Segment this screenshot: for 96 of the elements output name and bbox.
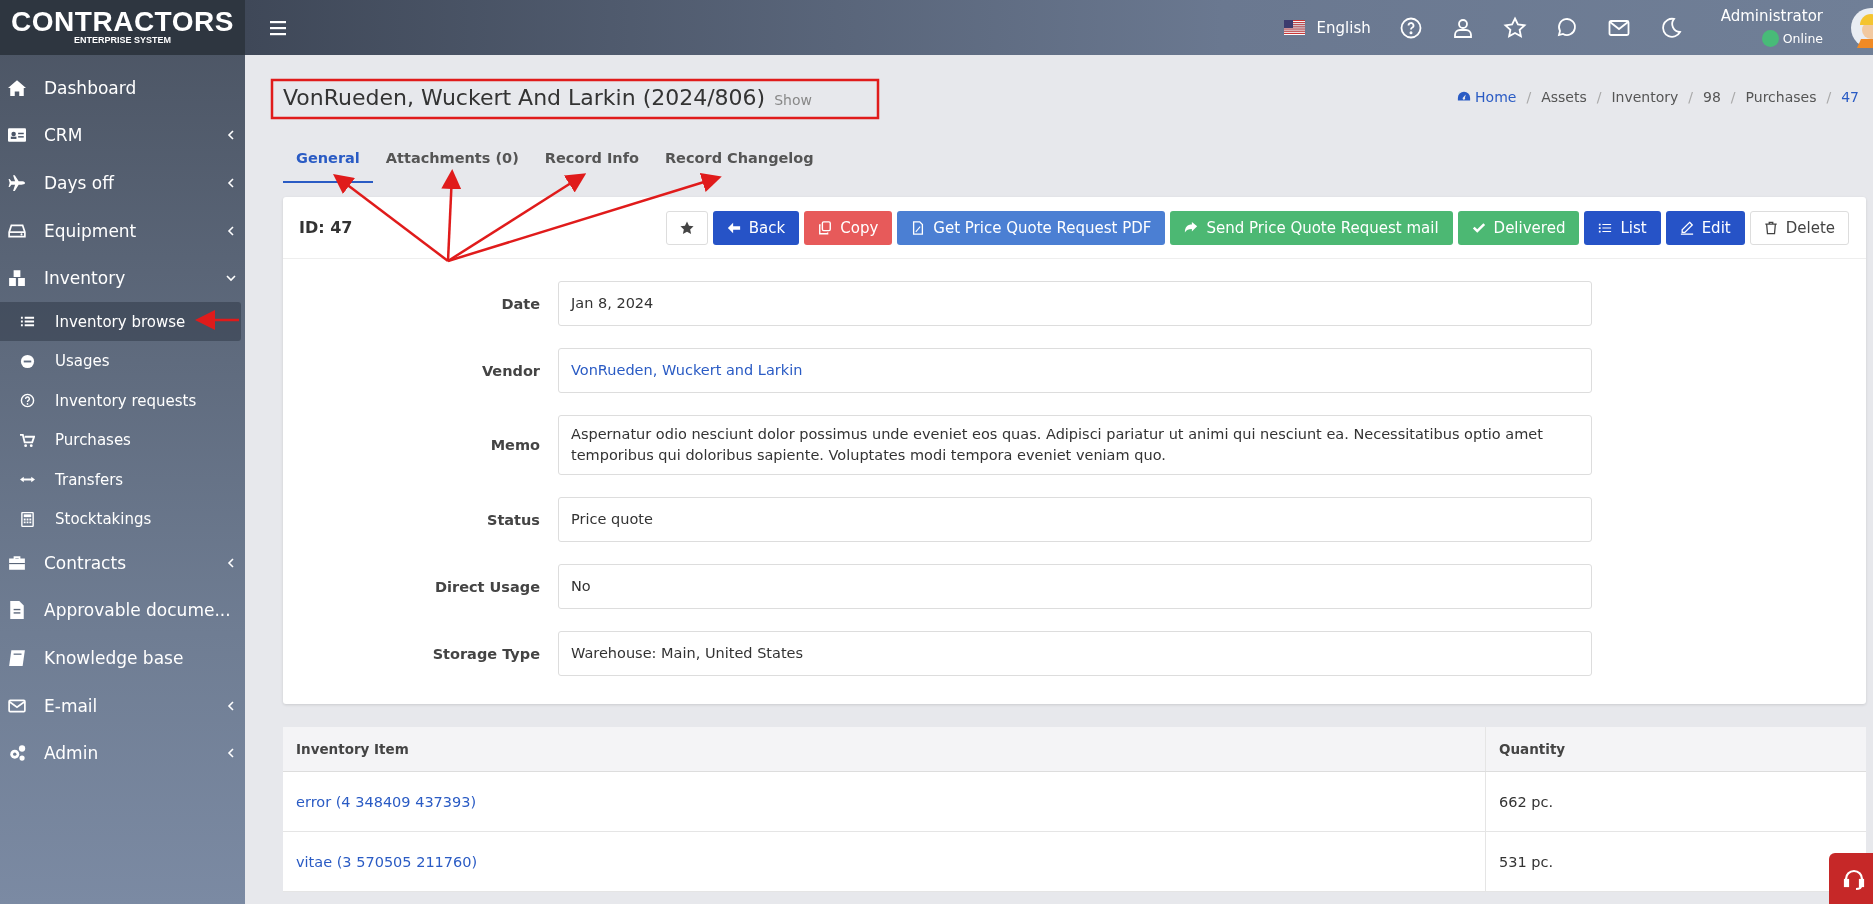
check-icon: [1471, 220, 1486, 235]
sidebar-item[interactable]: Dashboard: [0, 64, 245, 112]
user-status: Online: [1782, 31, 1823, 46]
id-card-icon: [8, 126, 26, 145]
chevron-icon: [225, 556, 237, 569]
breadcrumb-separator: /: [1526, 89, 1532, 105]
sidebar-subitem[interactable]: Inventory browse: [0, 301, 241, 342]
support-button[interactable]: [1829, 853, 1873, 904]
tab[interactable]: Record Changelog: [651, 135, 827, 183]
value-field: Aspernatur odio nesciunt dolor possimus unde eveniet eos quas. Adipisci pariatur ut animi qui nesciunt ea. Necessitatibus optio amet temporibus qui doloribus sapiente. Voluptates modi tempora eveniet veniam quo.: [558, 415, 1592, 475]
breadcrumb-separator: /: [1730, 89, 1736, 105]
tab[interactable]: General: [283, 135, 373, 183]
breadcrumb-separator: /: [1688, 89, 1694, 105]
chevron-icon: [225, 177, 237, 189]
field-label: Direct Usage: [434, 578, 540, 595]
briefcase-icon: [8, 553, 26, 572]
user-name[interactable]: Administrator: [1720, 8, 1823, 24]
online-status-dot: [1761, 30, 1779, 47]
breadcrumb-item: 98: [1703, 89, 1721, 105]
breadcrumb-link[interactable]: 47: [1841, 89, 1859, 105]
action-button[interactable]: Back: [712, 210, 800, 245]
tab[interactable]: Attachments (0): [372, 135, 532, 183]
column-header: Quantity: [1485, 727, 1866, 772]
field-label: Status: [485, 511, 540, 528]
plane-icon: [8, 174, 26, 192]
help-icon[interactable]: [1398, 15, 1423, 40]
action-button[interactable]: Copy: [804, 210, 893, 245]
sidebar-item[interactable]: Days off: [0, 159, 245, 207]
share-arrow-icon: [1184, 220, 1199, 235]
tab[interactable]: Record Info: [531, 135, 652, 183]
action-button[interactable]: Delete: [1749, 210, 1849, 245]
flag-icon: [1283, 20, 1305, 35]
document-icon: [8, 601, 26, 620]
action-button[interactable]: List: [1584, 210, 1661, 245]
calculator-icon: [20, 511, 35, 527]
chevron-icon: [225, 129, 237, 142]
action-button[interactable]: Get Price Quote Request PDF: [897, 210, 1166, 245]
menu-icon[interactable]: [270, 19, 288, 36]
value-field: Jan 8, 2024: [558, 281, 1592, 326]
sidebar-item[interactable]: CRM: [0, 111, 245, 160]
chevron-icon: [225, 224, 237, 237]
copy-icon: [818, 220, 833, 235]
sidebar-item[interactable]: Knowledge base: [0, 634, 245, 682]
favorite-button[interactable]: [665, 210, 708, 245]
value-field: Price quote: [558, 497, 1592, 542]
record-id: ID: 47: [299, 218, 353, 237]
breadcrumb-item: Inventory: [1611, 89, 1679, 105]
sidebar-item[interactable]: Equipment: [0, 206, 245, 255]
field-label: Storage Type: [431, 645, 540, 662]
sidebar-item[interactable]: Inventory: [0, 254, 245, 302]
field-label: Memo: [489, 437, 540, 453]
language-selector[interactable]: English: [1283, 18, 1371, 37]
star-icon[interactable]: [1502, 15, 1527, 40]
trash-icon: [1763, 220, 1778, 235]
item-link[interactable]: error (4 348409 437393): [296, 793, 477, 810]
column-header: Inventory Item: [283, 727, 1486, 772]
sidebar-subitem[interactable]: Transfers: [0, 459, 241, 500]
field-label: Vendor: [480, 362, 540, 379]
cart-icon: [20, 432, 35, 448]
sidebar-subitem[interactable]: Purchases: [0, 420, 241, 460]
annotation-arrow: [195, 310, 239, 330]
pdf-file-icon: [911, 220, 926, 235]
chevron-icon: [225, 699, 237, 712]
sidebar-item[interactable]: Approvable docume...: [0, 586, 245, 635]
chevron-icon: [225, 747, 237, 760]
dashboard-gauge-icon: [1457, 90, 1472, 104]
page-title: VonRueden, Wuckert And Larkin (2024/806): [283, 84, 766, 110]
field-label: Date: [500, 295, 540, 312]
sidebar-subitem[interactable]: Stocktakings: [0, 499, 241, 539]
logo[interactable]: CONTRACTORS ENTERPRISE SYSTEM: [0, 0, 245, 55]
value-field: No: [558, 564, 1592, 609]
item-link[interactable]: vitae (3 570505 211760): [296, 853, 478, 870]
table-cell: 662 pc.: [1485, 771, 1866, 832]
question-circle-icon: [20, 393, 35, 409]
value-field: Warehouse: Main, United States: [558, 631, 1592, 676]
breadcrumb-separator: /: [1596, 89, 1602, 105]
breadcrumb-separator: /: [1826, 89, 1832, 105]
sidebar-subitem[interactable]: Inventory requests: [0, 380, 241, 421]
sidebar-subitem[interactable]: Usages: [0, 341, 241, 381]
breadcrumb-link[interactable]: Home: [1457, 89, 1517, 105]
minus-circle-icon: [20, 353, 35, 369]
sidebar-item[interactable]: E-mail: [0, 681, 245, 730]
sidebar-item[interactable]: Admin: [0, 729, 245, 777]
sidebar-item[interactable]: Contracts: [0, 538, 245, 587]
breadcrumb-item: Assets: [1541, 89, 1587, 105]
book-icon: [8, 648, 26, 667]
pencil-icon: [1679, 220, 1694, 235]
gears-icon: [8, 744, 26, 763]
boxes-icon: [8, 269, 26, 288]
arrow-left-icon: [726, 220, 741, 235]
action-button[interactable]: Edit: [1665, 210, 1745, 245]
link-field[interactable]: VonRueden, Wuckert and Larkin: [558, 348, 1592, 393]
star-icon: [679, 220, 694, 235]
breadcrumb-item: Purchases: [1745, 89, 1817, 105]
page-subtitle: Show: [774, 91, 812, 108]
home-icon: [8, 78, 26, 97]
